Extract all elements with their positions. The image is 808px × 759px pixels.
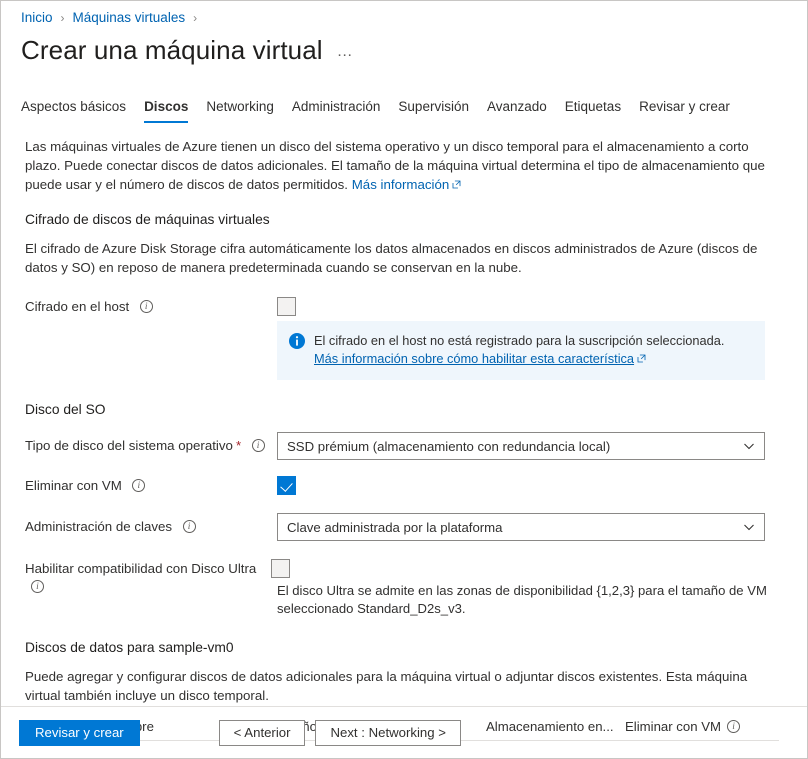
- info-icon[interactable]: i: [139, 300, 153, 314]
- next-networking-button[interactable]: Next : Networking >: [315, 719, 461, 746]
- key-management-dropdown[interactable]: Clave administrada por la plataforma: [277, 513, 765, 541]
- tab-bar: Aspectos básicos Discos Networking Admin…: [21, 99, 748, 123]
- external-link-icon: [452, 180, 461, 189]
- banner-text-wrap: El cifrado en el host no está registrado…: [314, 332, 724, 368]
- info-icon[interactable]: i: [31, 580, 44, 594]
- breadcrumb: Inicio › Máquinas virtuales ›: [21, 10, 205, 25]
- os-disk-type-dropdown[interactable]: SSD prémium (almacenamiento con redundan…: [277, 432, 765, 460]
- breadcrumb-item-inicio[interactable]: Inicio: [21, 10, 53, 25]
- encryption-description: El cifrado de Azure Disk Storage cifra a…: [25, 241, 758, 275]
- key-management-row: Administración de claves i Clave adminis…: [1, 513, 807, 541]
- banner-enable-feature-link[interactable]: Más información sobre cómo habilitar est…: [314, 351, 634, 366]
- host-encryption-checkbox[interactable]: [277, 297, 296, 316]
- breadcrumb-separator-icon-2: ›: [193, 10, 198, 25]
- os-delete-with-vm-row: Eliminar con VM i: [1, 476, 807, 496]
- tab-networking[interactable]: Networking: [206, 99, 274, 123]
- info-icon[interactable]: i: [251, 439, 265, 453]
- tab-administracion[interactable]: Administración: [292, 99, 381, 123]
- ultra-disk-checkbox[interactable]: [271, 559, 290, 578]
- breadcrumb-item-maquinas-virtuales[interactable]: Máquinas virtuales: [73, 10, 186, 25]
- os-delete-with-vm-label: Eliminar con VM: [25, 477, 122, 493]
- info-icon[interactable]: i: [182, 520, 196, 534]
- more-options-icon[interactable]: …: [337, 43, 355, 61]
- host-encryption-info-banner: El cifrado en el host no está registrado…: [277, 321, 765, 380]
- data-disks-description: Puede agregar y configurar discos de dat…: [25, 669, 748, 703]
- info-icon[interactable]: i: [132, 478, 146, 492]
- more-info-link[interactable]: Más información: [352, 177, 450, 192]
- encryption-section-heading: Cifrado de discos de máquinas virtuales: [25, 212, 270, 227]
- previous-button[interactable]: < Anterior: [218, 719, 306, 746]
- os-disk-type-value: SSD prémium (almacenamiento con redundan…: [287, 438, 611, 454]
- tab-aspectos-basicos[interactable]: Aspectos básicos: [21, 99, 126, 123]
- chevron-down-icon: [744, 443, 754, 450]
- title-row: Crear una máquina virtual …: [21, 35, 354, 66]
- create-vm-page: Inicio › Máquinas virtuales › Crear una …: [0, 0, 808, 759]
- tab-discos[interactable]: Discos: [144, 99, 189, 123]
- host-encryption-row: Cifrado en el host i El cifrado en el ho…: [1, 297, 807, 380]
- tab-revisar-y-crear[interactable]: Revisar y crear: [639, 99, 730, 123]
- required-asterisk: *: [235, 438, 242, 453]
- ultra-disk-label: Habilitar compatibilidad con Disco Ultra: [25, 561, 257, 577]
- key-management-label: Administración de claves: [25, 519, 173, 535]
- banner-message: El cifrado en el host no está registrado…: [314, 333, 725, 348]
- intro-paragraph: Las máquinas virtuales de Azure tienen u…: [25, 137, 773, 194]
- tab-avanzado[interactable]: Avanzado: [487, 99, 547, 123]
- external-link-icon-banner: [637, 354, 646, 363]
- tab-etiquetas[interactable]: Etiquetas: [565, 99, 621, 123]
- os-disk-type-row: Tipo de disco del sistema operativo * i S…: [1, 432, 807, 460]
- info-circle-icon: [289, 333, 305, 349]
- discos-tab-content: Las máquinas virtuales de Azure tienen u…: [1, 137, 807, 741]
- chevron-down-icon: [744, 524, 754, 531]
- tab-supervision[interactable]: Supervisión: [398, 99, 469, 123]
- os-disk-section-heading: Disco del SO: [25, 402, 106, 417]
- data-disks-heading: Discos de datos para sample-vm0: [25, 640, 234, 655]
- ultra-disk-row: Habilitar compatibilidad con Disco Ultra…: [1, 559, 807, 618]
- key-management-value: Clave administrada por la plataforma: [287, 519, 503, 535]
- os-delete-with-vm-checkbox[interactable]: [277, 476, 296, 495]
- host-encryption-label: Cifrado en el host: [25, 299, 130, 315]
- footer-bar: Revisar y crear < Anterior Next : Networ…: [1, 707, 807, 758]
- os-disk-type-label: Tipo de disco del sistema operativo: [25, 438, 233, 454]
- review-create-button[interactable]: Revisar y crear: [19, 719, 140, 746]
- breadcrumb-separator-icon: ›: [60, 10, 65, 25]
- page-title: Crear una máquina virtual: [21, 35, 323, 65]
- ultra-disk-helper-text: El disco Ultra se admite en las zonas de…: [277, 583, 767, 616]
